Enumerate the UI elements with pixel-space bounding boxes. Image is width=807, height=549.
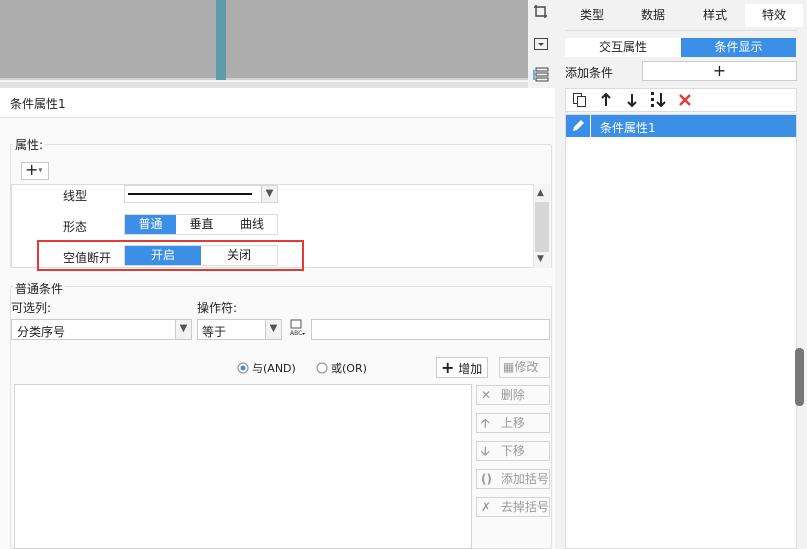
line-type-select[interactable]: ▼ bbox=[124, 185, 278, 203]
add-property-button[interactable]: +▾ bbox=[21, 162, 49, 180]
add-label: 增加 bbox=[458, 362, 483, 376]
tab-style[interactable]: 样式 bbox=[687, 4, 743, 27]
scroll-down-icon[interactable]: ▼ bbox=[537, 254, 544, 264]
add-condition-label: 添加条件 bbox=[565, 66, 614, 80]
move-bottom-icon[interactable] bbox=[650, 91, 668, 109]
right-panel: 类型 数据 样式 特效 交互属性 条件显示 添加条件 + 条件属性1 bbox=[555, 0, 807, 549]
delete-icon[interactable] bbox=[677, 92, 693, 108]
condition-expression-list[interactable] bbox=[14, 384, 472, 549]
line-sample bbox=[128, 193, 252, 195]
and-label: 与(AND) bbox=[252, 362, 296, 375]
radio-checked-icon bbox=[237, 362, 249, 374]
add-condition-plus-button[interactable]: + bbox=[642, 61, 797, 81]
move-up-button[interactable]: 🡡 上移 bbox=[476, 413, 550, 433]
formula-icon[interactable]: ABC bbox=[288, 318, 308, 338]
condition-dialog: 条件属性1 属性: +▾ 线型 ▼ 形态 普通 垂直 曲线 空值断开 开启 关闭… bbox=[0, 88, 562, 549]
plus-icon: + bbox=[25, 160, 39, 179]
remove-bracket-icon: ✗ bbox=[481, 500, 492, 514]
operator-value: 等于 bbox=[202, 325, 227, 339]
tab-divider bbox=[565, 30, 797, 31]
operator-label: 操作符: bbox=[197, 301, 238, 315]
form-segmented: 普通 垂直 曲线 bbox=[124, 214, 278, 235]
or-label: 或(OR) bbox=[331, 362, 367, 375]
tab-effects[interactable]: 特效 bbox=[745, 4, 803, 27]
radio-unchecked-icon bbox=[316, 362, 328, 374]
copy-icon[interactable] bbox=[572, 92, 588, 108]
chevron-down-icon: ▾ bbox=[38, 165, 43, 175]
subtab-interaction[interactable]: 交互属性 bbox=[565, 38, 681, 57]
dialog-title: 条件属性1 bbox=[0, 88, 562, 118]
condition-toolbar bbox=[565, 88, 797, 112]
common-conditions-label: 普通条件 bbox=[13, 280, 66, 297]
and-radio[interactable]: 与(AND) bbox=[237, 360, 296, 376]
bracket-icon: () bbox=[481, 472, 492, 486]
remove-bracket-button[interactable]: ✗ 去掉括号 bbox=[476, 497, 550, 517]
modify-button[interactable]: ▦修改 bbox=[499, 357, 550, 378]
properties-label: 属性: bbox=[13, 136, 46, 153]
column-value: 分类序号 bbox=[17, 325, 66, 339]
scroll-up-icon[interactable]: ▲ bbox=[537, 188, 544, 198]
delete-button[interactable]: ✕ 删除 bbox=[476, 385, 550, 405]
form-option-vertical[interactable]: 垂直 bbox=[176, 215, 227, 234]
chevron-down-icon[interactable]: ▼ bbox=[175, 320, 191, 339]
dropdown-box-icon[interactable] bbox=[533, 36, 549, 52]
arrow-down-icon[interactable] bbox=[625, 92, 639, 108]
chart-preview bbox=[0, 0, 528, 80]
highlight-box bbox=[37, 240, 304, 271]
plus-icon: + bbox=[441, 358, 455, 377]
arrow-down-icon: 🡣 bbox=[481, 444, 490, 458]
condition-item-label: 条件属性1 bbox=[600, 121, 656, 135]
tab-type[interactable]: 类型 bbox=[565, 4, 619, 27]
condition-value-input[interactable] bbox=[311, 319, 550, 340]
property-scrollbar[interactable]: ▲ ▼ bbox=[533, 184, 550, 268]
add-bracket-button[interactable]: () 添加括号 bbox=[476, 469, 550, 489]
move-down-button[interactable]: 🡣 下移 bbox=[476, 441, 550, 461]
crop-icon[interactable] bbox=[533, 4, 549, 20]
arrow-up-icon: 🡡 bbox=[481, 416, 490, 430]
operator-select[interactable]: 等于 ▼ bbox=[197, 319, 282, 340]
item-divider bbox=[590, 115, 591, 137]
vertical-toolbar bbox=[528, 0, 555, 88]
column-label: 可选列: bbox=[11, 301, 52, 315]
line-type-label: 线型 bbox=[63, 189, 88, 203]
chevron-down-icon[interactable]: ▼ bbox=[261, 186, 277, 202]
layers-icon[interactable] bbox=[533, 66, 549, 82]
form-label: 形态 bbox=[63, 220, 88, 234]
form-option-curve[interactable]: 曲线 bbox=[227, 215, 277, 234]
tab-data[interactable]: 数据 bbox=[625, 4, 681, 27]
x-icon: ✕ bbox=[481, 388, 492, 402]
column-select[interactable]: 分类序号 ▼ bbox=[11, 319, 192, 340]
condition-list: 条件属性1 bbox=[565, 114, 797, 549]
edit-icon: ▦ bbox=[503, 360, 515, 374]
chevron-down-icon[interactable]: ▼ bbox=[265, 320, 281, 339]
pencil-icon[interactable] bbox=[570, 118, 586, 134]
modify-label: 修改 bbox=[514, 360, 539, 374]
plus-icon: + bbox=[712, 61, 727, 80]
scroll-thumb[interactable] bbox=[535, 202, 549, 252]
page-scrollbar[interactable] bbox=[795, 348, 804, 406]
arrow-up-icon[interactable] bbox=[599, 92, 613, 108]
condition-item[interactable]: 条件属性1 bbox=[566, 115, 796, 137]
preview-bar bbox=[216, 0, 226, 80]
subtab-condition-display[interactable]: 条件显示 bbox=[681, 38, 796, 57]
form-option-normal[interactable]: 普通 bbox=[125, 215, 176, 234]
svg-text:ABC: ABC bbox=[290, 330, 302, 337]
add-condition-button[interactable]: + 增加 bbox=[436, 357, 488, 378]
or-radio[interactable]: 或(OR) bbox=[316, 360, 367, 376]
